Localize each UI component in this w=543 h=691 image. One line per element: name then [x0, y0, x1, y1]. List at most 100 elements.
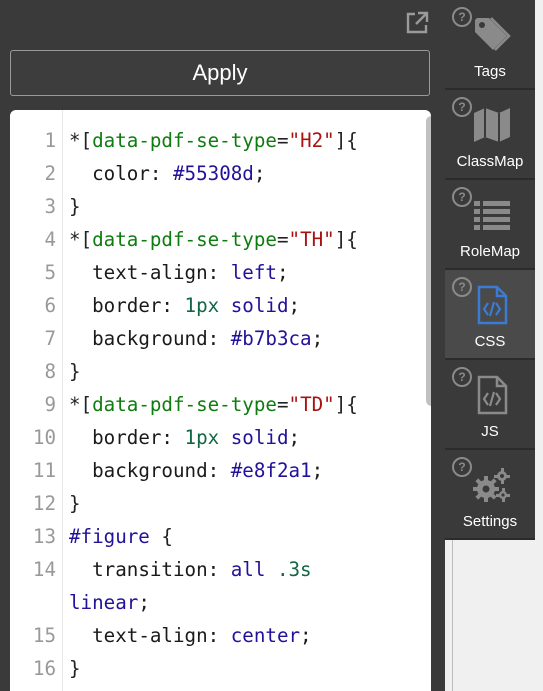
line-number: 3 — [44, 195, 56, 218]
code-line: 16} — [10, 652, 420, 685]
code-token: *[ — [69, 129, 93, 152]
code-token: "TH" — [288, 228, 335, 251]
code-line: 10 border: 1px solid; — [10, 421, 420, 454]
code-text: } — [69, 652, 414, 685]
tab-js[interactable]: ? JS — [445, 360, 535, 450]
code-token: ]{ — [334, 228, 358, 251]
sidebar-tabs: ? Tags? ClassMap? RoleMap? CSS? JS? Settings — [445, 0, 535, 540]
code-token: = — [276, 129, 289, 152]
tab-label: JS — [481, 423, 499, 440]
code-text: } — [69, 355, 414, 388]
help-icon[interactable]: ? — [452, 7, 472, 27]
code-token: linear — [69, 591, 139, 614]
code-line: 15 text-align: center; — [10, 619, 420, 652]
css-editor-panel: Apply 1 *[data-pdf-se-type="H2"]{2 color:… — [0, 0, 445, 691]
line-number: 4 — [44, 228, 56, 251]
tab-label: ClassMap — [456, 153, 524, 170]
code-text: } — [69, 190, 414, 223]
line-number: 15 — [32, 624, 56, 647]
popout-icon[interactable] — [404, 10, 430, 36]
code-token: ; — [276, 261, 289, 284]
code-text: background: #e8f2a1; — [69, 454, 414, 487]
line-number: 10 — [32, 426, 56, 449]
code-line: 4 *[data-pdf-se-type="TH"]{ — [10, 223, 420, 256]
code-token: ; — [288, 426, 301, 449]
code-token: center — [230, 624, 301, 647]
gears-icon — [471, 464, 513, 506]
tab-css[interactable]: ? CSS — [445, 270, 535, 360]
code-token: text-align: — [69, 261, 231, 284]
line-number: 14 — [32, 558, 56, 581]
line-number: 1 — [44, 129, 56, 152]
code-token: { — [149, 525, 173, 548]
tab-classmap[interactable]: ? ClassMap — [445, 90, 535, 180]
help-icon[interactable]: ? — [452, 187, 472, 207]
code-line: 9 *[data-pdf-se-type="TD"]{ — [10, 388, 420, 421]
code-token: } — [69, 492, 81, 515]
code-token: ; — [138, 591, 150, 614]
code-token: } — [69, 360, 81, 383]
code-line: 11 background: #e8f2a1; — [10, 454, 420, 487]
help-icon[interactable]: ? — [452, 97, 472, 117]
code-text: color: #55308d; — [69, 157, 414, 190]
line-number: 13 — [32, 525, 56, 548]
code-token: text-align: — [69, 624, 231, 647]
tab-settings[interactable]: ? Settings — [445, 450, 535, 540]
code-token: "H2" — [288, 129, 335, 152]
line-number: 6 — [44, 294, 56, 317]
code-token: background: — [69, 327, 231, 350]
code-token: background: — [69, 459, 231, 482]
code-line: 1 *[data-pdf-se-type="H2"]{ — [10, 124, 420, 157]
help-icon[interactable]: ? — [452, 367, 472, 387]
apply-button[interactable]: Apply — [10, 50, 430, 96]
code-token: ]{ — [334, 129, 358, 152]
code-token: ; — [311, 327, 324, 350]
code-token: } — [69, 657, 81, 680]
line-number: 8 — [44, 360, 56, 383]
code-line: 5 text-align: left; — [10, 256, 420, 289]
tab-rolemap[interactable]: ? RoleMap — [445, 180, 535, 270]
help-icon[interactable]: ? — [452, 457, 472, 477]
code-line: 12} — [10, 487, 420, 520]
code-token: ; — [311, 459, 324, 482]
code-token: data-pdf-se-type — [92, 129, 277, 152]
code-token: "TD" — [288, 393, 335, 416]
code-token: .3s — [276, 558, 312, 581]
code-token: border: — [69, 294, 185, 317]
tab-tags[interactable]: ? Tags — [445, 0, 535, 90]
code-token: data-pdf-se-type — [92, 393, 277, 416]
code-text: border: 1px solid; — [69, 421, 414, 454]
code-token: } — [69, 195, 81, 218]
code-line: 2 color: #55308d; — [10, 157, 420, 190]
code-token: ]{ — [334, 393, 358, 416]
code-token: all — [230, 558, 266, 581]
code-text: text-align: left; — [69, 256, 414, 289]
code-line: 6 border: 1px solid; — [10, 289, 420, 322]
css-file-icon — [471, 284, 513, 326]
code-token: solid — [230, 294, 289, 317]
help-icon[interactable]: ? — [452, 277, 472, 297]
code-token: ; — [288, 294, 301, 317]
code-token: #figure — [69, 525, 150, 548]
line-number: 12 — [32, 492, 56, 515]
code-token: color: — [69, 162, 173, 185]
tab-label: Tags — [474, 63, 506, 80]
code-token: #e8f2a1 — [230, 459, 312, 482]
code-token: solid — [230, 426, 289, 449]
code-editor[interactable]: 1 *[data-pdf-se-type="H2"]{2 color: #5530… — [10, 110, 431, 691]
code-line: 13 #figure { — [10, 520, 420, 553]
tab-label: RoleMap — [459, 243, 521, 260]
code-token: left — [230, 261, 277, 284]
code-text: background: #b7b3ca; — [69, 322, 414, 355]
tab-label: Settings — [462, 513, 518, 530]
code-token: #55308d — [172, 162, 254, 185]
code-token: #b7b3ca — [230, 327, 312, 350]
code-token: border: — [69, 426, 185, 449]
code-line: 14 transition: all .3s linear; — [10, 553, 420, 619]
editor-scrollbar[interactable] — [426, 116, 431, 406]
code-text: *[data-pdf-se-type="TD"]{ — [69, 388, 414, 421]
code-line: 8} — [10, 355, 420, 388]
